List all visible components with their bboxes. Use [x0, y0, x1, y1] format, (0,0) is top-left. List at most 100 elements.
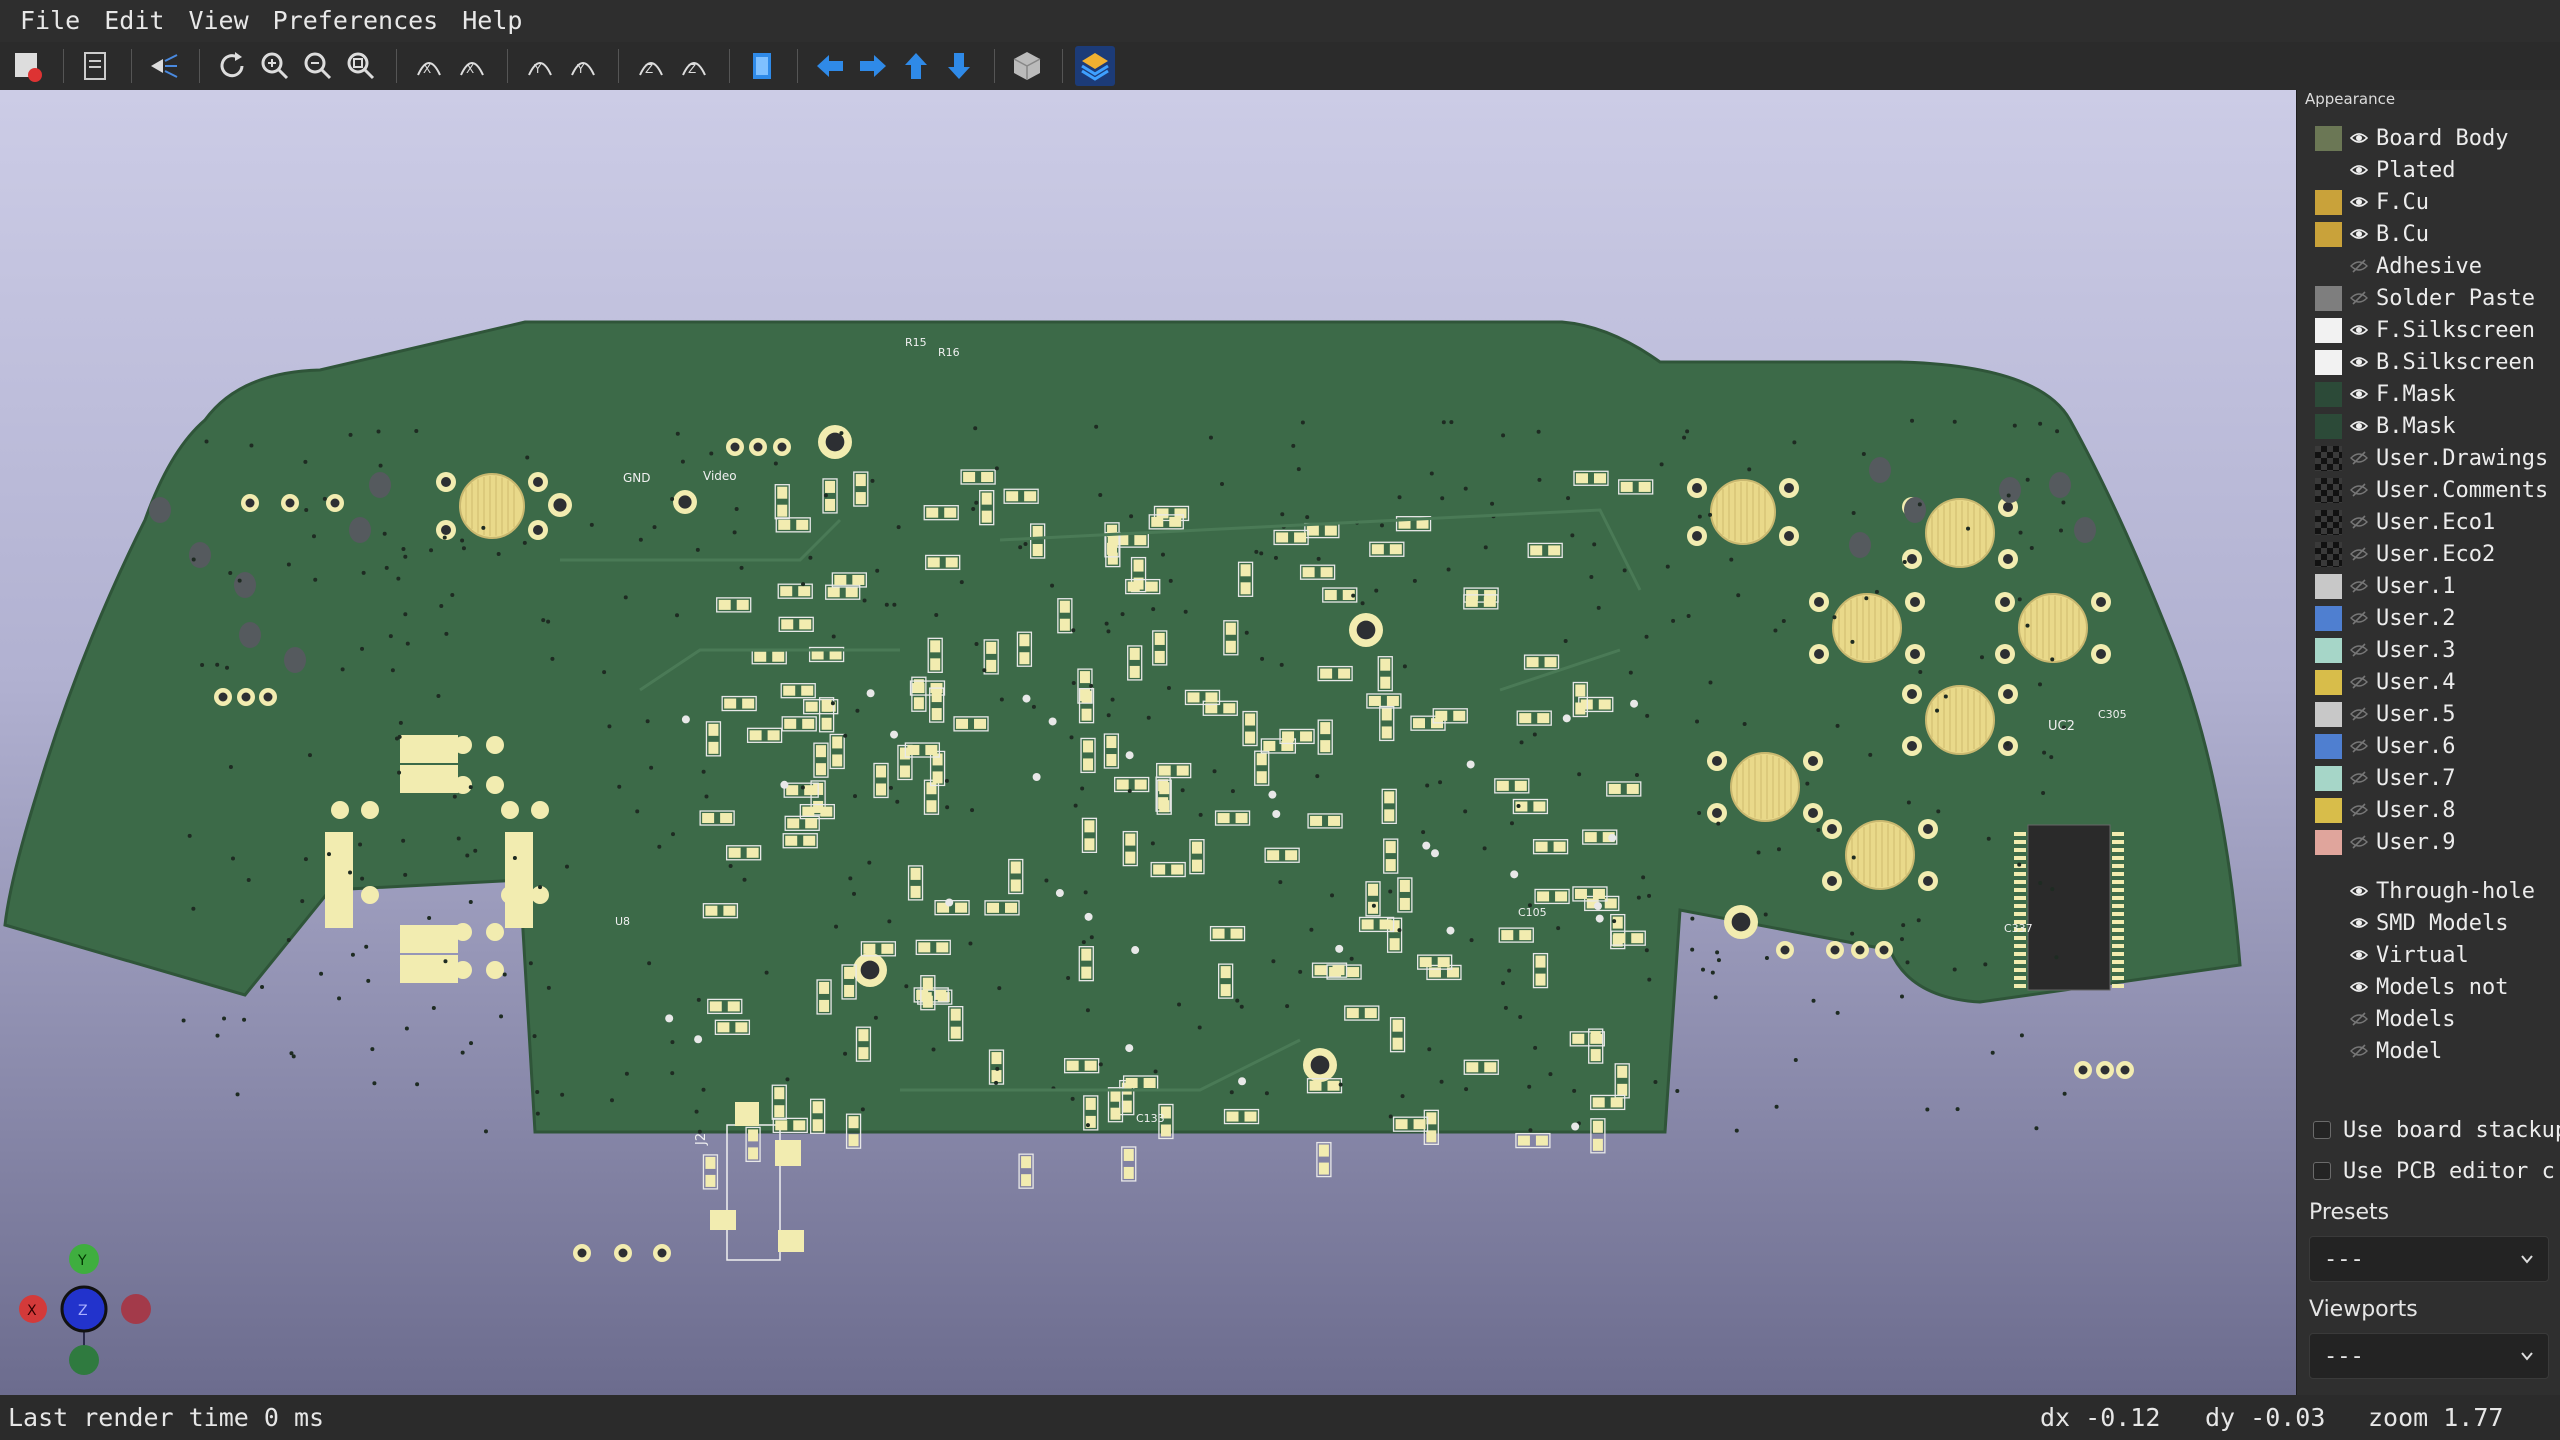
eye-hidden-icon[interactable] — [2350, 577, 2368, 595]
model-visibility-row[interactable]: Models not — [2315, 973, 2508, 1001]
layer-row[interactable]: Plated — [2315, 156, 2455, 184]
viewports-dropdown[interactable]: --- — [2309, 1333, 2549, 1379]
eye-hidden-icon[interactable] — [2350, 801, 2368, 819]
eye-icon[interactable] — [2350, 882, 2368, 900]
use-board-stackup-checkbox[interactable] — [2313, 1121, 2331, 1139]
layer-row[interactable]: User.Eco1 — [2315, 508, 2495, 536]
eye-icon[interactable] — [2350, 225, 2368, 243]
eye-icon[interactable] — [2350, 353, 2368, 371]
layer-row[interactable]: User.3 — [2315, 636, 2455, 664]
copy-image-button[interactable] — [76, 46, 116, 86]
pan-up-button[interactable] — [896, 46, 936, 86]
reload-button[interactable] — [212, 46, 252, 86]
layer-color-swatch[interactable] — [2315, 221, 2342, 247]
layer-row[interactable]: User.6 — [2315, 732, 2455, 760]
eye-hidden-icon[interactable] — [2350, 737, 2368, 755]
eye-hidden-icon[interactable] — [2350, 833, 2368, 851]
use-pcb-editor-colors-option[interactable]: Use PCB editor c — [2313, 1156, 2555, 1186]
3d-viewport[interactable]: GND Video UC2 C305 C337 J2 U8 R15 R16 C1… — [0, 90, 2296, 1395]
pcb-board-render[interactable]: GND Video UC2 C305 C337 J2 U8 R15 R16 C1… — [0, 90, 2296, 1395]
layer-row[interactable]: User.7 — [2315, 764, 2455, 792]
layer-color-swatch[interactable] — [2315, 477, 2342, 503]
pan-down-button[interactable] — [939, 46, 979, 86]
layer-color-swatch[interactable] — [2315, 637, 2342, 663]
eye-hidden-icon[interactable] — [2350, 449, 2368, 467]
rotate-y-cw-button[interactable]: Y — [520, 46, 560, 86]
layer-row[interactable]: User.5 — [2315, 700, 2455, 728]
layer-color-swatch[interactable] — [2315, 541, 2342, 567]
eye-icon[interactable] — [2350, 914, 2368, 932]
layer-color-swatch[interactable] — [2315, 701, 2342, 727]
layer-color-swatch[interactable] — [2315, 445, 2342, 471]
layer-color-swatch[interactable] — [2315, 125, 2342, 151]
menu-file[interactable]: File — [8, 0, 92, 42]
layer-row[interactable]: Solder Paste — [2315, 284, 2535, 312]
zoom-in-button[interactable] — [255, 46, 295, 86]
use-pcb-editor-colors-checkbox[interactable] — [2313, 1162, 2331, 1180]
layer-row[interactable]: F.Silkscreen — [2315, 316, 2535, 344]
layer-color-swatch[interactable] — [2315, 797, 2342, 823]
layer-color-swatch[interactable] — [2315, 669, 2342, 695]
menu-edit[interactable]: Edit — [92, 0, 176, 42]
zoom-out-button[interactable] — [298, 46, 338, 86]
eye-hidden-icon[interactable] — [2350, 545, 2368, 563]
export-render-button[interactable] — [8, 46, 48, 86]
rotate-x-cw-button[interactable]: X — [409, 46, 449, 86]
menu-view[interactable]: View — [176, 0, 260, 42]
layer-color-swatch[interactable] — [2315, 349, 2342, 375]
rotate-z-cw-button[interactable]: Z — [631, 46, 671, 86]
orthographic-button[interactable] — [1007, 46, 1047, 86]
layer-color-swatch[interactable] — [2315, 413, 2342, 439]
rotate-z-ccw-button[interactable]: Z — [674, 46, 714, 86]
layer-row[interactable]: User.9 — [2315, 828, 2455, 856]
eye-hidden-icon[interactable] — [2350, 257, 2368, 275]
eye-icon[interactable] — [2350, 321, 2368, 339]
menu-help[interactable]: Help — [450, 0, 534, 42]
layer-row[interactable]: User.Drawings — [2315, 444, 2548, 472]
model-visibility-row[interactable]: Model — [2315, 1037, 2442, 1065]
eye-icon[interactable] — [2350, 978, 2368, 996]
layer-row[interactable]: F.Cu — [2315, 188, 2429, 216]
layer-color-swatch[interactable] — [2315, 381, 2342, 407]
eye-hidden-icon[interactable] — [2350, 1010, 2368, 1028]
eye-icon[interactable] — [2350, 385, 2368, 403]
layer-row[interactable]: F.Mask — [2315, 380, 2455, 408]
layer-row[interactable]: User.4 — [2315, 668, 2455, 696]
layer-row[interactable]: B.Cu — [2315, 220, 2429, 248]
eye-icon[interactable] — [2350, 129, 2368, 147]
eye-hidden-icon[interactable] — [2350, 289, 2368, 307]
menu-preferences[interactable]: Preferences — [261, 0, 451, 42]
eye-hidden-icon[interactable] — [2350, 673, 2368, 691]
layer-color-swatch[interactable] — [2315, 285, 2342, 311]
model-visibility-row[interactable]: Virtual — [2315, 941, 2469, 969]
eye-icon[interactable] — [2350, 193, 2368, 211]
zoom-fit-button[interactable] — [341, 46, 381, 86]
pan-left-button[interactable] — [810, 46, 850, 86]
eye-hidden-icon[interactable] — [2350, 609, 2368, 627]
layer-color-swatch[interactable] — [2315, 829, 2342, 855]
pan-right-button[interactable] — [853, 46, 893, 86]
use-board-stackup-option[interactable]: Use board stackup — [2313, 1115, 2560, 1145]
eye-icon[interactable] — [2350, 161, 2368, 179]
layer-color-swatch[interactable] — [2315, 573, 2342, 599]
layer-color-swatch[interactable] — [2315, 509, 2342, 535]
layer-color-swatch[interactable] — [2315, 254, 2342, 279]
layer-color-swatch[interactable] — [2315, 189, 2342, 215]
flip-board-button[interactable] — [742, 46, 782, 86]
layer-row[interactable]: User.Eco2 — [2315, 540, 2495, 568]
model-visibility-row[interactable]: Through-hole — [2315, 877, 2535, 905]
eye-hidden-icon[interactable] — [2350, 769, 2368, 787]
eye-icon[interactable] — [2350, 946, 2368, 964]
layer-color-swatch[interactable] — [2315, 733, 2342, 759]
model-visibility-row[interactable]: SMD Models — [2315, 909, 2508, 937]
layer-row[interactable]: B.Mask — [2315, 412, 2455, 440]
eye-hidden-icon[interactable] — [2350, 481, 2368, 499]
layer-color-swatch[interactable] — [2315, 158, 2342, 183]
eye-hidden-icon[interactable] — [2350, 641, 2368, 659]
rotate-x-ccw-button[interactable]: X — [452, 46, 492, 86]
layer-row[interactable]: User.2 — [2315, 604, 2455, 632]
presets-dropdown[interactable]: --- — [2309, 1236, 2549, 1282]
layer-row[interactable]: B.Silkscreen — [2315, 348, 2535, 376]
layer-row[interactable]: User.Comments — [2315, 476, 2548, 504]
layer-color-swatch[interactable] — [2315, 317, 2342, 343]
